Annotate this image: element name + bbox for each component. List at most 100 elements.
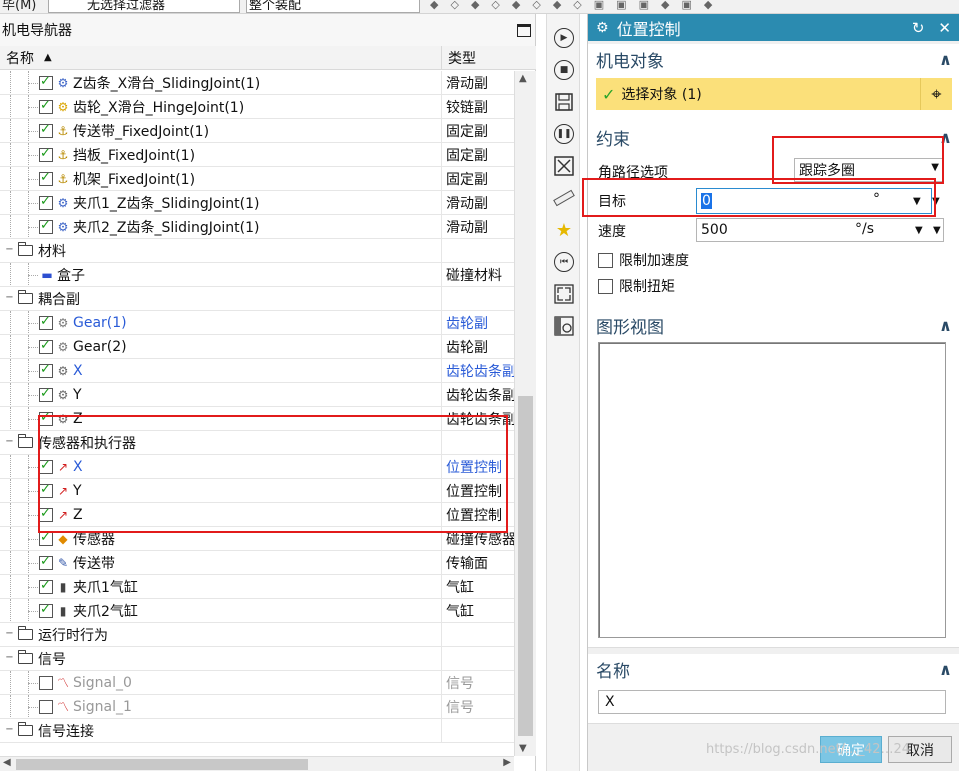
tree-item[interactable]: ↗ Z 位置控制 bbox=[0, 503, 514, 527]
toolbar-icon[interactable]: ◆ bbox=[512, 0, 520, 12]
visibility-checkbox[interactable] bbox=[39, 506, 53, 522]
highlight-button[interactable]: ★ bbox=[552, 218, 576, 242]
visibility-checkbox[interactable] bbox=[39, 98, 53, 114]
column-type-header[interactable]: 类型 bbox=[442, 46, 536, 69]
measure-button[interactable] bbox=[552, 186, 576, 210]
menu-fragment[interactable]: 毕(M) bbox=[2, 0, 36, 13]
checkbox-box[interactable] bbox=[598, 278, 613, 294]
toolbar-icon[interactable]: ▣ bbox=[681, 0, 691, 12]
play-button[interactable]: ▶ bbox=[552, 26, 576, 50]
visibility-checkbox[interactable] bbox=[39, 458, 53, 474]
limit-torque-checkbox[interactable]: 限制扭矩 bbox=[598, 276, 675, 296]
visibility-checkbox[interactable] bbox=[39, 554, 53, 570]
scroll-down-arrow-icon[interactable]: ▼ bbox=[519, 743, 527, 754]
toolbar-icon[interactable]: ◇ bbox=[532, 0, 540, 12]
angle-path-select[interactable]: 跟踪多圈 ▼ bbox=[794, 158, 944, 182]
visibility-checkbox[interactable] bbox=[39, 676, 53, 690]
toolbar-icon[interactable]: ◇ bbox=[573, 0, 581, 12]
visibility-checkbox[interactable] bbox=[39, 74, 53, 90]
visibility-checkbox[interactable] bbox=[39, 170, 53, 186]
section-header[interactable]: 机电对象 ∧ bbox=[588, 44, 959, 74]
speed-input[interactable]: 500 °/s ▼ ▼ bbox=[696, 218, 944, 242]
toolbar-icon[interactable]: ▣ bbox=[616, 0, 626, 12]
scrollbar-thumb[interactable] bbox=[518, 396, 533, 736]
tree-item[interactable]: ✎ 传送带 传输面 bbox=[0, 551, 514, 575]
tree-item[interactable]: ⚙ X 齿轮齿条副 bbox=[0, 359, 514, 383]
tree-item[interactable]: ⚙ Z齿条_X滑台_SlidingJoint(1) 滑动副 bbox=[0, 71, 514, 95]
section-header[interactable]: 名称 ∧ bbox=[588, 654, 959, 684]
vertical-scrollbar[interactable]: ▲ ▼ bbox=[514, 71, 536, 756]
visibility-checkbox[interactable] bbox=[39, 410, 53, 426]
visibility-checkbox[interactable] bbox=[39, 194, 53, 210]
unit-dropdown-icon[interactable]: ▼ bbox=[915, 225, 923, 236]
tree-item[interactable]: ⚙ Gear(1) 齿轮副 bbox=[0, 311, 514, 335]
collapse-toggle-icon[interactable]: − bbox=[5, 293, 14, 303]
name-input[interactable]: X bbox=[598, 690, 946, 714]
toolbar-icon[interactable]: ◆ bbox=[430, 0, 438, 12]
tree-item[interactable]: 〽 Signal_1 信号 bbox=[0, 695, 514, 719]
folder-signals[interactable]: − 信号 bbox=[0, 647, 514, 671]
assembly-scope-combo[interactable]: 整个装配 bbox=[246, 0, 420, 13]
collapse-toggle-icon[interactable]: − bbox=[5, 653, 14, 663]
folder-material[interactable]: − 材料 bbox=[0, 239, 514, 263]
tree-item[interactable]: ↗ Y 位置控制 bbox=[0, 479, 514, 503]
section-header[interactable]: 约束 ∧ bbox=[588, 122, 959, 152]
horizontal-scrollbar[interactable]: ◀ ▶ bbox=[0, 756, 514, 771]
target-dropdown-icon[interactable]: ▼ bbox=[932, 196, 940, 207]
tree-item[interactable]: ⚙ 夹爪2_Z齿条_SlidingJoint(1) 滑动副 bbox=[0, 215, 514, 239]
collapse-toggle-icon[interactable]: − bbox=[5, 245, 14, 255]
visibility-checkbox[interactable] bbox=[39, 314, 53, 330]
collapse-chevron-icon[interactable]: ∧ bbox=[939, 660, 952, 679]
toolbar-icon[interactable]: ◆ bbox=[471, 0, 479, 12]
fit-view-button[interactable] bbox=[552, 282, 576, 306]
visibility-checkbox[interactable] bbox=[39, 700, 53, 714]
visibility-checkbox[interactable] bbox=[39, 218, 53, 234]
tree-item[interactable]: ⚓ 挡板_FixedJoint(1) 固定副 bbox=[0, 143, 514, 167]
collapse-toggle-icon[interactable]: − bbox=[5, 725, 14, 735]
tree-item[interactable]: ◆ 传感器 碰撞传感器 bbox=[0, 527, 514, 551]
tree-item[interactable]: ⚓ 传送带_FixedJoint(1) 固定副 bbox=[0, 119, 514, 143]
unit-dropdown-icon[interactable]: ▼ bbox=[913, 196, 921, 207]
visibility-checkbox[interactable] bbox=[39, 338, 53, 354]
tree-item[interactable]: ▬ 盒子 碰撞材料 bbox=[0, 263, 514, 287]
folder-runtime-behavior[interactable]: − 运行时行为 bbox=[0, 623, 514, 647]
visibility-checkbox[interactable] bbox=[39, 482, 53, 498]
scrollbar-thumb[interactable] bbox=[16, 759, 308, 770]
view-mode-button[interactable] bbox=[552, 314, 576, 338]
scroll-right-arrow-icon[interactable]: ▶ bbox=[503, 757, 511, 768]
toolbar-icon[interactable]: ◆ bbox=[704, 0, 712, 12]
toolbar-icon[interactable]: ▣ bbox=[594, 0, 604, 12]
speed-dropdown-icon[interactable]: ▼ bbox=[933, 225, 941, 236]
tree-item[interactable]: ⚙ 齿轮_X滑台_HingeJoint(1) 铰链副 bbox=[0, 95, 514, 119]
toolbar-icon[interactable]: ◆ bbox=[553, 0, 561, 12]
tree-item[interactable]: ▮ 夹爪2气缸 气缸 bbox=[0, 599, 514, 623]
save-button[interactable] bbox=[552, 90, 576, 114]
collapse-chevron-icon[interactable]: ∧ bbox=[939, 316, 952, 335]
toolbar-icon[interactable]: ◇ bbox=[491, 0, 499, 12]
crosshair-icon[interactable]: ⌖ bbox=[920, 78, 952, 110]
tree-item[interactable]: ⚙ Z 齿轮齿条副 bbox=[0, 407, 514, 431]
close-view-button[interactable] bbox=[552, 154, 576, 178]
maximize-icon[interactable] bbox=[517, 23, 531, 37]
stop-button[interactable]: ■ bbox=[552, 58, 576, 82]
collapse-toggle-icon[interactable]: − bbox=[5, 437, 14, 447]
pause-button[interactable]: ❚❚ bbox=[552, 122, 576, 146]
toolbar-icon[interactable]: ◆ bbox=[661, 0, 669, 12]
tree-item[interactable]: ⚙ Gear(2) 齿轮副 bbox=[0, 335, 514, 359]
graph-view-area[interactable] bbox=[598, 342, 946, 638]
toolbar-icon[interactable]: ▣ bbox=[639, 0, 649, 12]
limit-acceleration-checkbox[interactable]: 限制加速度 bbox=[598, 250, 689, 270]
target-input[interactable]: 0 ° ▼ bbox=[696, 188, 932, 214]
folder-couplers[interactable]: − 耦合副 bbox=[0, 287, 514, 311]
tree-item[interactable]: ⚙ Y 齿轮齿条副 bbox=[0, 383, 514, 407]
toolbar-icon[interactable]: ◇ bbox=[450, 0, 458, 12]
visibility-checkbox[interactable] bbox=[39, 122, 53, 138]
tree-item[interactable]: ↗ X 位置控制 bbox=[0, 455, 514, 479]
tree-item[interactable]: ⚙ 夹爪1_Z齿条_SlidingJoint(1) 滑动副 bbox=[0, 191, 514, 215]
folder-sensors-actuators[interactable]: − 传感器和执行器 bbox=[0, 431, 514, 455]
tree-item[interactable]: ⚓ 机架_FixedJoint(1) 固定副 bbox=[0, 167, 514, 191]
collapse-chevron-icon[interactable]: ∧ bbox=[939, 128, 952, 147]
visibility-checkbox[interactable] bbox=[39, 362, 53, 378]
column-name-header[interactable]: 名称 ▲ bbox=[0, 46, 442, 69]
settings-gear-icon[interactable]: ⚙ bbox=[596, 20, 609, 36]
